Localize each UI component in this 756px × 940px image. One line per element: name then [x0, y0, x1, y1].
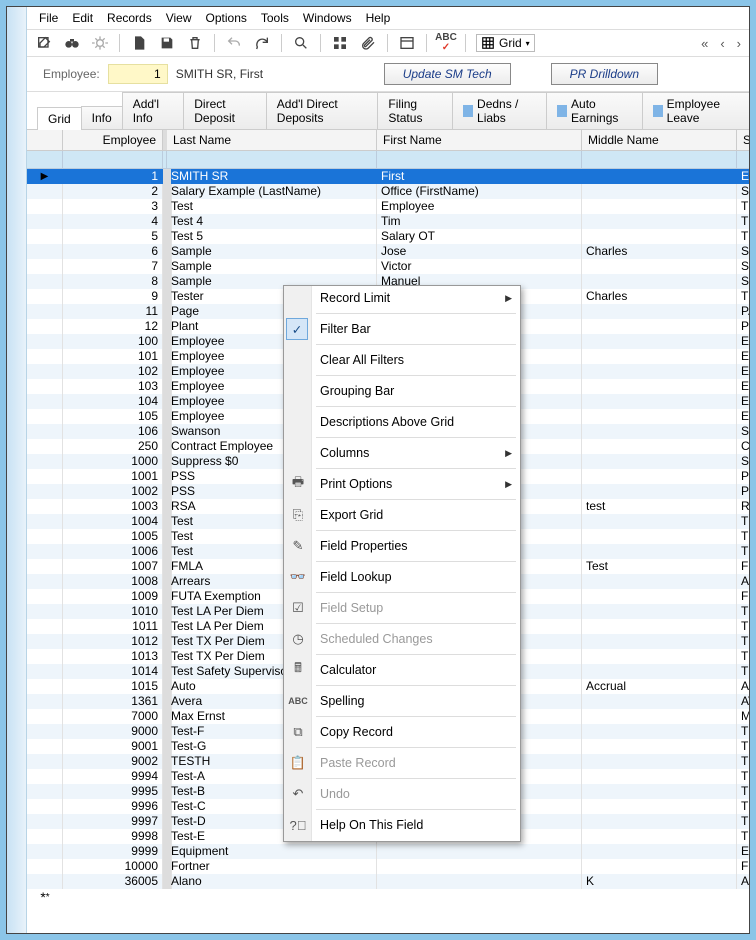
spellcheck-icon: ABC: [289, 692, 307, 710]
table-row[interactable]: 9999EquipmentEQ: [27, 844, 749, 859]
sheet-icon: [463, 105, 473, 117]
ctx-help[interactable]: ?⃝Help On This Field: [284, 813, 520, 837]
app-window: File Edit Records View Options Tools Win…: [6, 6, 750, 934]
col-last-name[interactable]: Last Name: [167, 130, 377, 150]
menu-windows[interactable]: Windows: [303, 11, 352, 25]
grid-mode-dropdown[interactable]: Grid ▾: [476, 34, 535, 52]
employee-bar: Employee: 1 SMITH SR, First Update SM Te…: [27, 57, 749, 92]
ctx-export-grid[interactable]: ⎘Export Grid: [284, 503, 520, 527]
sheet-icon: [557, 105, 567, 117]
attach-icon[interactable]: [359, 34, 377, 52]
grid-header: Employee Last Name First Name Middle Nam…: [27, 130, 749, 151]
col-middle-name[interactable]: Middle Name: [582, 130, 737, 150]
ctx-undo: ↶Undo: [284, 782, 520, 806]
tab-addl-direct-deposits[interactable]: Add'l Direct Deposits: [266, 92, 379, 129]
table-row[interactable]: 36005AlanoKAL: [27, 874, 749, 889]
tab-info[interactable]: Info: [81, 106, 123, 129]
layout-icon[interactable]: [398, 34, 416, 52]
left-gutter: [7, 7, 27, 933]
bug-icon[interactable]: [91, 34, 109, 52]
paste-icon: 📋: [289, 754, 307, 772]
menu-tools[interactable]: Tools: [261, 11, 289, 25]
ctx-field-lookup[interactable]: 👓Field Lookup: [284, 565, 520, 589]
table-row[interactable]: 2Salary Example (LastName)Office (FirstN…: [27, 184, 749, 199]
ctx-grouping-bar[interactable]: Grouping Bar: [284, 379, 520, 403]
col-first-name[interactable]: First Name: [377, 130, 582, 150]
refresh-icon[interactable]: [253, 34, 271, 52]
tab-addl-info[interactable]: Add'l Info: [122, 92, 185, 129]
ctx-field-setup: ☑Field Setup: [284, 596, 520, 620]
edit-icon[interactable]: [35, 34, 53, 52]
col-indicator: [27, 130, 63, 150]
ctx-clear-filters[interactable]: Clear All Filters: [284, 348, 520, 372]
tab-employee-leave[interactable]: Employee Leave: [642, 92, 750, 129]
undo-icon: ↶: [289, 785, 307, 803]
ctx-copy-record[interactable]: ⧉Copy Record: [284, 720, 520, 744]
table-row[interactable]: 6SampleJoseCharlesSA: [27, 244, 749, 259]
save-icon[interactable]: [158, 34, 176, 52]
menu-help[interactable]: Help: [366, 11, 391, 25]
col-suffix[interactable]: Suffix: [737, 130, 750, 150]
check-icon: ✓: [286, 318, 308, 340]
ctx-record-limit[interactable]: Record Limit: [284, 286, 520, 310]
menu-view[interactable]: View: [166, 11, 192, 25]
toolbar: ABC✓ Grid ▾ « ‹ ›: [27, 30, 749, 57]
ctx-field-props[interactable]: ✎Field Properties: [284, 534, 520, 558]
spellcheck-icon[interactable]: ABC✓: [437, 34, 455, 52]
undo-icon[interactable]: [225, 34, 243, 52]
calculator-icon: 🖩: [289, 661, 307, 679]
trash-icon[interactable]: [186, 34, 204, 52]
employee-id-field[interactable]: 1: [108, 64, 168, 84]
nav-first-icon[interactable]: «: [701, 36, 708, 51]
tab-dedns-liabs[interactable]: Dedns / Liabs: [452, 92, 547, 129]
employee-label: Employee:: [43, 67, 100, 81]
filter-row[interactable]: [27, 151, 749, 169]
ctx-calculator[interactable]: 🖩Calculator: [284, 658, 520, 682]
properties-icon: ✎: [289, 537, 307, 555]
tab-strip: Grid Info Add'l Info Direct Deposit Add'…: [27, 92, 749, 130]
menu-options[interactable]: Options: [206, 11, 247, 25]
help-icon: ?⃝: [289, 816, 307, 834]
col-employee[interactable]: Employee: [63, 130, 163, 150]
table-row[interactable]: ▶1SMITH SRFirstEN: [27, 169, 749, 184]
copy-icon: ⧉: [289, 723, 307, 741]
menu-file[interactable]: File: [39, 11, 58, 25]
apps-icon[interactable]: [331, 34, 349, 52]
ctx-columns[interactable]: Columns: [284, 441, 520, 465]
binoculars-icon: 👓: [289, 568, 307, 586]
table-row[interactable]: 5Test 5Salary OTTE: [27, 229, 749, 244]
tab-direct-deposit[interactable]: Direct Deposit: [183, 92, 267, 129]
menubar: File Edit Records View Options Tools Win…: [27, 7, 749, 30]
ctx-filter-bar[interactable]: ✓Filter Bar: [284, 317, 520, 341]
ctx-scheduled: ◷Scheduled Changes: [284, 627, 520, 651]
pr-drilldown-button[interactable]: PR Drilldown: [551, 63, 658, 85]
table-row[interactable]: 10000FortnerFO: [27, 859, 749, 874]
export-icon: ⎘: [289, 506, 307, 524]
ctx-spelling[interactable]: ABCSpelling: [284, 689, 520, 713]
nav-next-icon[interactable]: ›: [737, 36, 741, 51]
grid-mode-label: Grid: [499, 36, 522, 50]
table-row[interactable]: 7SampleVictorSA: [27, 259, 749, 274]
setup-icon: ☑: [289, 599, 307, 617]
tab-auto-earnings[interactable]: Auto Earnings: [546, 92, 643, 129]
sheet-icon: [653, 105, 663, 117]
clock-icon: ◷: [289, 630, 307, 648]
menu-records[interactable]: Records: [107, 11, 152, 25]
context-menu: Record Limit ✓Filter Bar Clear All Filte…: [283, 285, 521, 842]
nav-prev-icon[interactable]: ‹: [720, 36, 724, 51]
update-sm-tech-button[interactable]: Update SM Tech: [384, 63, 511, 85]
print-icon: 🖶: [289, 475, 307, 493]
binoculars-icon[interactable]: [63, 34, 81, 52]
table-row[interactable]: 3TestEmployeeTE: [27, 199, 749, 214]
menu-edit[interactable]: Edit: [72, 11, 93, 25]
ctx-desc-above[interactable]: Descriptions Above Grid: [284, 410, 520, 434]
ctx-paste-record: 📋Paste Record: [284, 751, 520, 775]
tab-grid[interactable]: Grid: [37, 107, 82, 130]
tab-filing-status[interactable]: Filing Status: [377, 92, 453, 129]
table-row[interactable]: 4Test 4TimTE: [27, 214, 749, 229]
ctx-print-options[interactable]: 🖶Print Options: [284, 472, 520, 496]
new-file-icon[interactable]: [130, 34, 148, 52]
employee-name: SMITH SR, First: [176, 67, 376, 81]
search-icon[interactable]: [292, 34, 310, 52]
